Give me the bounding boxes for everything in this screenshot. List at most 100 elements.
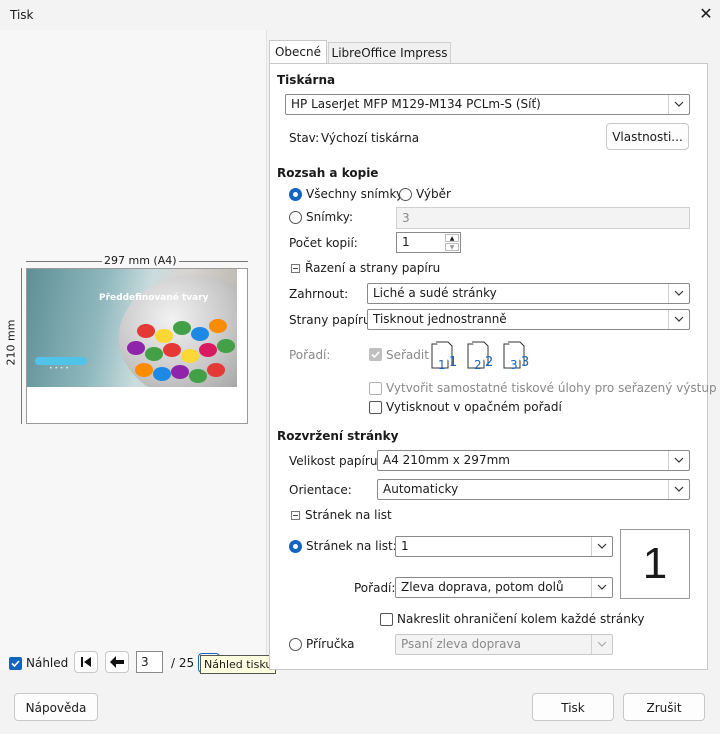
selection-label: Výběr <box>416 187 451 201</box>
candy <box>135 363 153 377</box>
collate-section-toggle-icon[interactable] <box>291 264 300 273</box>
svg-text:2: 2 <box>485 355 493 370</box>
slide-title: Předdefinované tvary <box>99 293 209 303</box>
slide-dots: • • • • <box>49 365 69 372</box>
page-number-input[interactable]: 3 <box>136 651 163 673</box>
chevron-down-icon <box>591 578 612 597</box>
collate-pages-icon: 1 2 3 1 2 3 <box>431 341 529 371</box>
svg-text:2: 2 <box>474 358 482 371</box>
pages-per-sheet-select-value: 1 <box>401 539 409 553</box>
brochure-select[interactable]: Psaní zleva doprava <box>395 634 613 655</box>
page-total: / 25 <box>171 656 195 670</box>
candy <box>145 347 163 361</box>
candy <box>199 343 217 357</box>
candy <box>181 349 199 363</box>
svg-text:1: 1 <box>449 355 457 370</box>
tab-general[interactable]: Obecné <box>269 40 327 64</box>
page-order-label: Pořadí: <box>354 581 396 595</box>
tab-impress-label: LibreOffice Impress <box>331 46 448 60</box>
candy <box>155 329 173 343</box>
reverse-order-checkbox[interactable] <box>369 401 382 414</box>
preview-height-ruler <box>21 268 22 424</box>
candy <box>173 321 191 335</box>
printer-select[interactable]: HP LaserJet MFP M129-M134 PCLm-S (Síť) <box>285 94 690 115</box>
draw-borders-label: Nakreslit ohraničení kolem každé stránky <box>397 612 645 626</box>
reverse-order-label: Vytisknout v opačném pořadí <box>386 400 562 414</box>
cancel-button[interactable]: Zrušit <box>623 693 705 721</box>
arrow-left-icon <box>110 656 124 668</box>
orientation-select[interactable]: Automaticky <box>377 479 690 500</box>
candy <box>153 367 171 381</box>
candy <box>217 339 235 353</box>
help-button[interactable]: Nápověda <box>14 693 98 721</box>
brochure-select-value: Psaní zleva doprava <box>401 637 521 651</box>
candy <box>191 327 209 341</box>
window-title: Tisk <box>10 8 34 22</box>
preview-checkbox-label: Náhled <box>26 656 69 670</box>
all-slides-radio[interactable] <box>289 188 302 201</box>
slides-radio[interactable] <box>289 211 302 224</box>
paper-size-select[interactable]: A4 210mm x 297mm <box>377 450 690 471</box>
status-label: Stav: <box>289 131 320 145</box>
copies-value: 1 <box>402 235 410 249</box>
svg-text:3: 3 <box>521 355 529 370</box>
separate-jobs-checkbox[interactable] <box>369 382 382 395</box>
orientation-label: Orientace: <box>289 483 352 497</box>
copies-spin-up-icon[interactable]: ▲ <box>445 234 459 242</box>
collate-section-label: Řazení a strany papíru <box>305 261 441 275</box>
range-header: Rozsah a kopie <box>277 166 379 180</box>
page-order-select-value: Zleva doprava, potom dolů <box>401 580 564 594</box>
print-button[interactable]: Tisk <box>532 693 614 721</box>
chevron-down-icon <box>668 480 689 499</box>
title-bar <box>0 0 720 30</box>
first-page-icon <box>81 657 91 667</box>
pages-per-sheet-preview: 1 <box>620 529 690 599</box>
include-select[interactable]: Liché a sudé stránky <box>367 283 690 304</box>
layout-header: Rozvržení stránky <box>277 429 399 443</box>
properties-button[interactable]: Vlastnosti... <box>606 123 689 150</box>
close-icon[interactable]: ✕ <box>696 4 716 24</box>
tab-impress[interactable]: LibreOffice Impress <box>328 42 451 64</box>
candy <box>137 324 155 338</box>
chevron-down-icon <box>668 284 689 303</box>
slide-preview: Předdefinované tvary • • • • <box>26 268 248 424</box>
pages-per-sheet-preview-number: 1 <box>642 539 668 588</box>
paper-sides-label: Strany papíru: <box>289 313 375 327</box>
chevron-down-icon <box>668 310 689 329</box>
chevron-down-icon <box>668 95 689 114</box>
selection-radio[interactable] <box>399 188 412 201</box>
pages-per-sheet-section-label: Stránek na list <box>305 508 392 522</box>
candy <box>163 343 181 357</box>
brochure-radio[interactable] <box>289 638 302 651</box>
collate-checkbox[interactable] <box>369 348 382 361</box>
collate-label: Seřadit <box>386 348 429 362</box>
paper-sides-select[interactable]: Tisknout jednostranně <box>367 309 690 330</box>
preview-width-label: 297 mm (A4) <box>102 254 179 267</box>
brochure-label: Příručka <box>306 637 355 651</box>
paper-size-label: Velikost papíru: <box>289 454 382 468</box>
paper-size-select-value: A4 210mm x 297mm <box>383 453 510 467</box>
svg-text:1: 1 <box>438 358 446 371</box>
slides-input[interactable]: 3 <box>396 207 690 229</box>
slides-label: Snímky: <box>306 210 354 224</box>
draw-borders-checkbox[interactable] <box>380 613 393 626</box>
first-page-button[interactable] <box>74 651 98 673</box>
copies-spin-down-icon[interactable]: ▼ <box>445 243 459 251</box>
preview-height-label: 210 mm <box>4 317 18 368</box>
all-slides-label: Všechny snímky <box>306 187 404 201</box>
page-order-select[interactable]: Zleva doprava, potom dolů <box>395 577 613 598</box>
status-value: Výchozí tiskárna <box>321 131 420 145</box>
chevron-down-icon <box>591 537 612 556</box>
candy <box>207 363 225 377</box>
svg-text:3: 3 <box>510 358 518 371</box>
tab-general-label: Obecné <box>274 45 322 59</box>
pages-per-sheet-section-toggle-icon[interactable] <box>291 511 300 520</box>
copies-input[interactable]: 1 ▲ ▼ <box>396 232 461 253</box>
pages-per-sheet-select[interactable]: 1 <box>395 536 613 557</box>
copies-label: Počet kopií: <box>289 236 358 250</box>
previous-page-button[interactable] <box>105 651 129 673</box>
orientation-select-value: Automaticky <box>383 482 459 496</box>
order-label: Pořadí: <box>289 348 331 362</box>
preview-checkbox[interactable] <box>9 657 22 670</box>
pages-per-sheet-radio[interactable] <box>289 540 302 553</box>
